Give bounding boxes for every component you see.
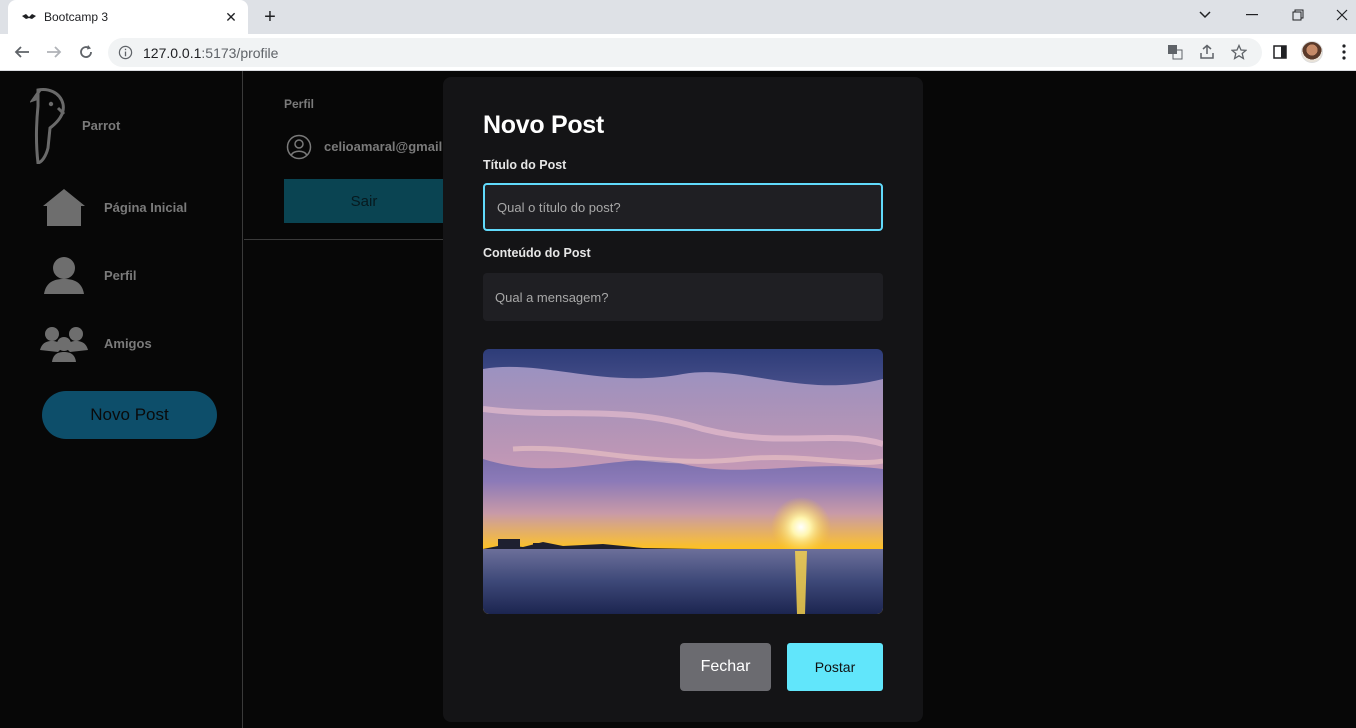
post-content-input[interactable]: Qual a mensagem?: [483, 273, 883, 321]
tab-title: Bootcamp 3: [44, 10, 109, 24]
browser-tab[interactable]: Bootcamp 3 ✕: [8, 0, 248, 34]
close-window-icon[interactable]: [1329, 4, 1355, 26]
sidebar-item-label: Perfil: [104, 268, 137, 283]
user-icon: [44, 257, 84, 294]
home-icon: [43, 189, 85, 226]
sidebar-item-home[interactable]: Página Inicial: [40, 186, 240, 230]
new-tab-icon[interactable]: +: [258, 6, 282, 28]
logout-button[interactable]: Sair: [284, 179, 444, 223]
address-bar[interactable]: 127.0.0.1:5173/profile: [108, 38, 1262, 67]
tab-close-icon[interactable]: ✕: [222, 8, 240, 26]
restore-icon[interactable]: [1285, 4, 1311, 26]
browser-toolbar: 127.0.0.1:5173/profile: [0, 34, 1356, 71]
page-title: Perfil: [284, 97, 315, 111]
post-image-preview[interactable]: [483, 349, 883, 614]
profile-header: Perfil celioamaral@gmail. Sair: [244, 71, 444, 240]
minimize-icon[interactable]: [1239, 4, 1265, 26]
user-email: celioamaral@gmail.: [324, 139, 444, 154]
browser-tabbar: Bootcamp 3 ✕ +: [0, 0, 1356, 34]
parrot-logo-icon: [30, 88, 66, 164]
sidebar-item-label: Amigos: [104, 336, 152, 351]
sidebar: Parrot Página Inicial Perfil Amigos Novo…: [0, 71, 243, 728]
bookmark-star-icon[interactable]: [1230, 43, 1248, 61]
post-title-input[interactable]: Qual o título do post?: [483, 183, 883, 231]
reload-icon[interactable]: [74, 40, 98, 64]
friends-icon: [40, 327, 88, 362]
menu-kebab-icon[interactable]: [1335, 43, 1353, 61]
close-modal-button[interactable]: Fechar: [680, 643, 771, 691]
submit-post-button[interactable]: Postar: [787, 643, 883, 691]
back-icon[interactable]: [10, 40, 34, 64]
app-root: Parrot Página Inicial Perfil Amigos Novo…: [0, 71, 1356, 728]
profile-avatar[interactable]: [1301, 41, 1323, 63]
tab-search-icon[interactable]: [1192, 4, 1218, 26]
new-post-modal: Novo Post Título do Post Qual o título d…: [443, 77, 923, 722]
side-panel-icon[interactable]: [1271, 43, 1289, 61]
forward-icon[interactable]: [42, 40, 66, 64]
brand-name: Parrot: [82, 118, 121, 133]
post-content-label: Conteúdo do Post: [483, 246, 591, 260]
sidebar-item-profile[interactable]: Perfil: [40, 254, 240, 298]
post-title-label: Título do Post: [483, 158, 567, 172]
user-circle-icon: [286, 134, 312, 160]
translate-icon[interactable]: [1166, 43, 1184, 61]
sidebar-item-friends[interactable]: Amigos: [40, 322, 240, 366]
url-text: 127.0.0.1:5173/profile: [143, 45, 279, 61]
parrot-favicon-icon: [22, 14, 36, 19]
share-icon[interactable]: [1198, 43, 1216, 61]
site-info-icon[interactable]: [118, 45, 133, 60]
modal-title: Novo Post: [483, 111, 604, 139]
new-post-button[interactable]: Novo Post: [42, 391, 217, 439]
sidebar-item-label: Página Inicial: [104, 200, 188, 215]
